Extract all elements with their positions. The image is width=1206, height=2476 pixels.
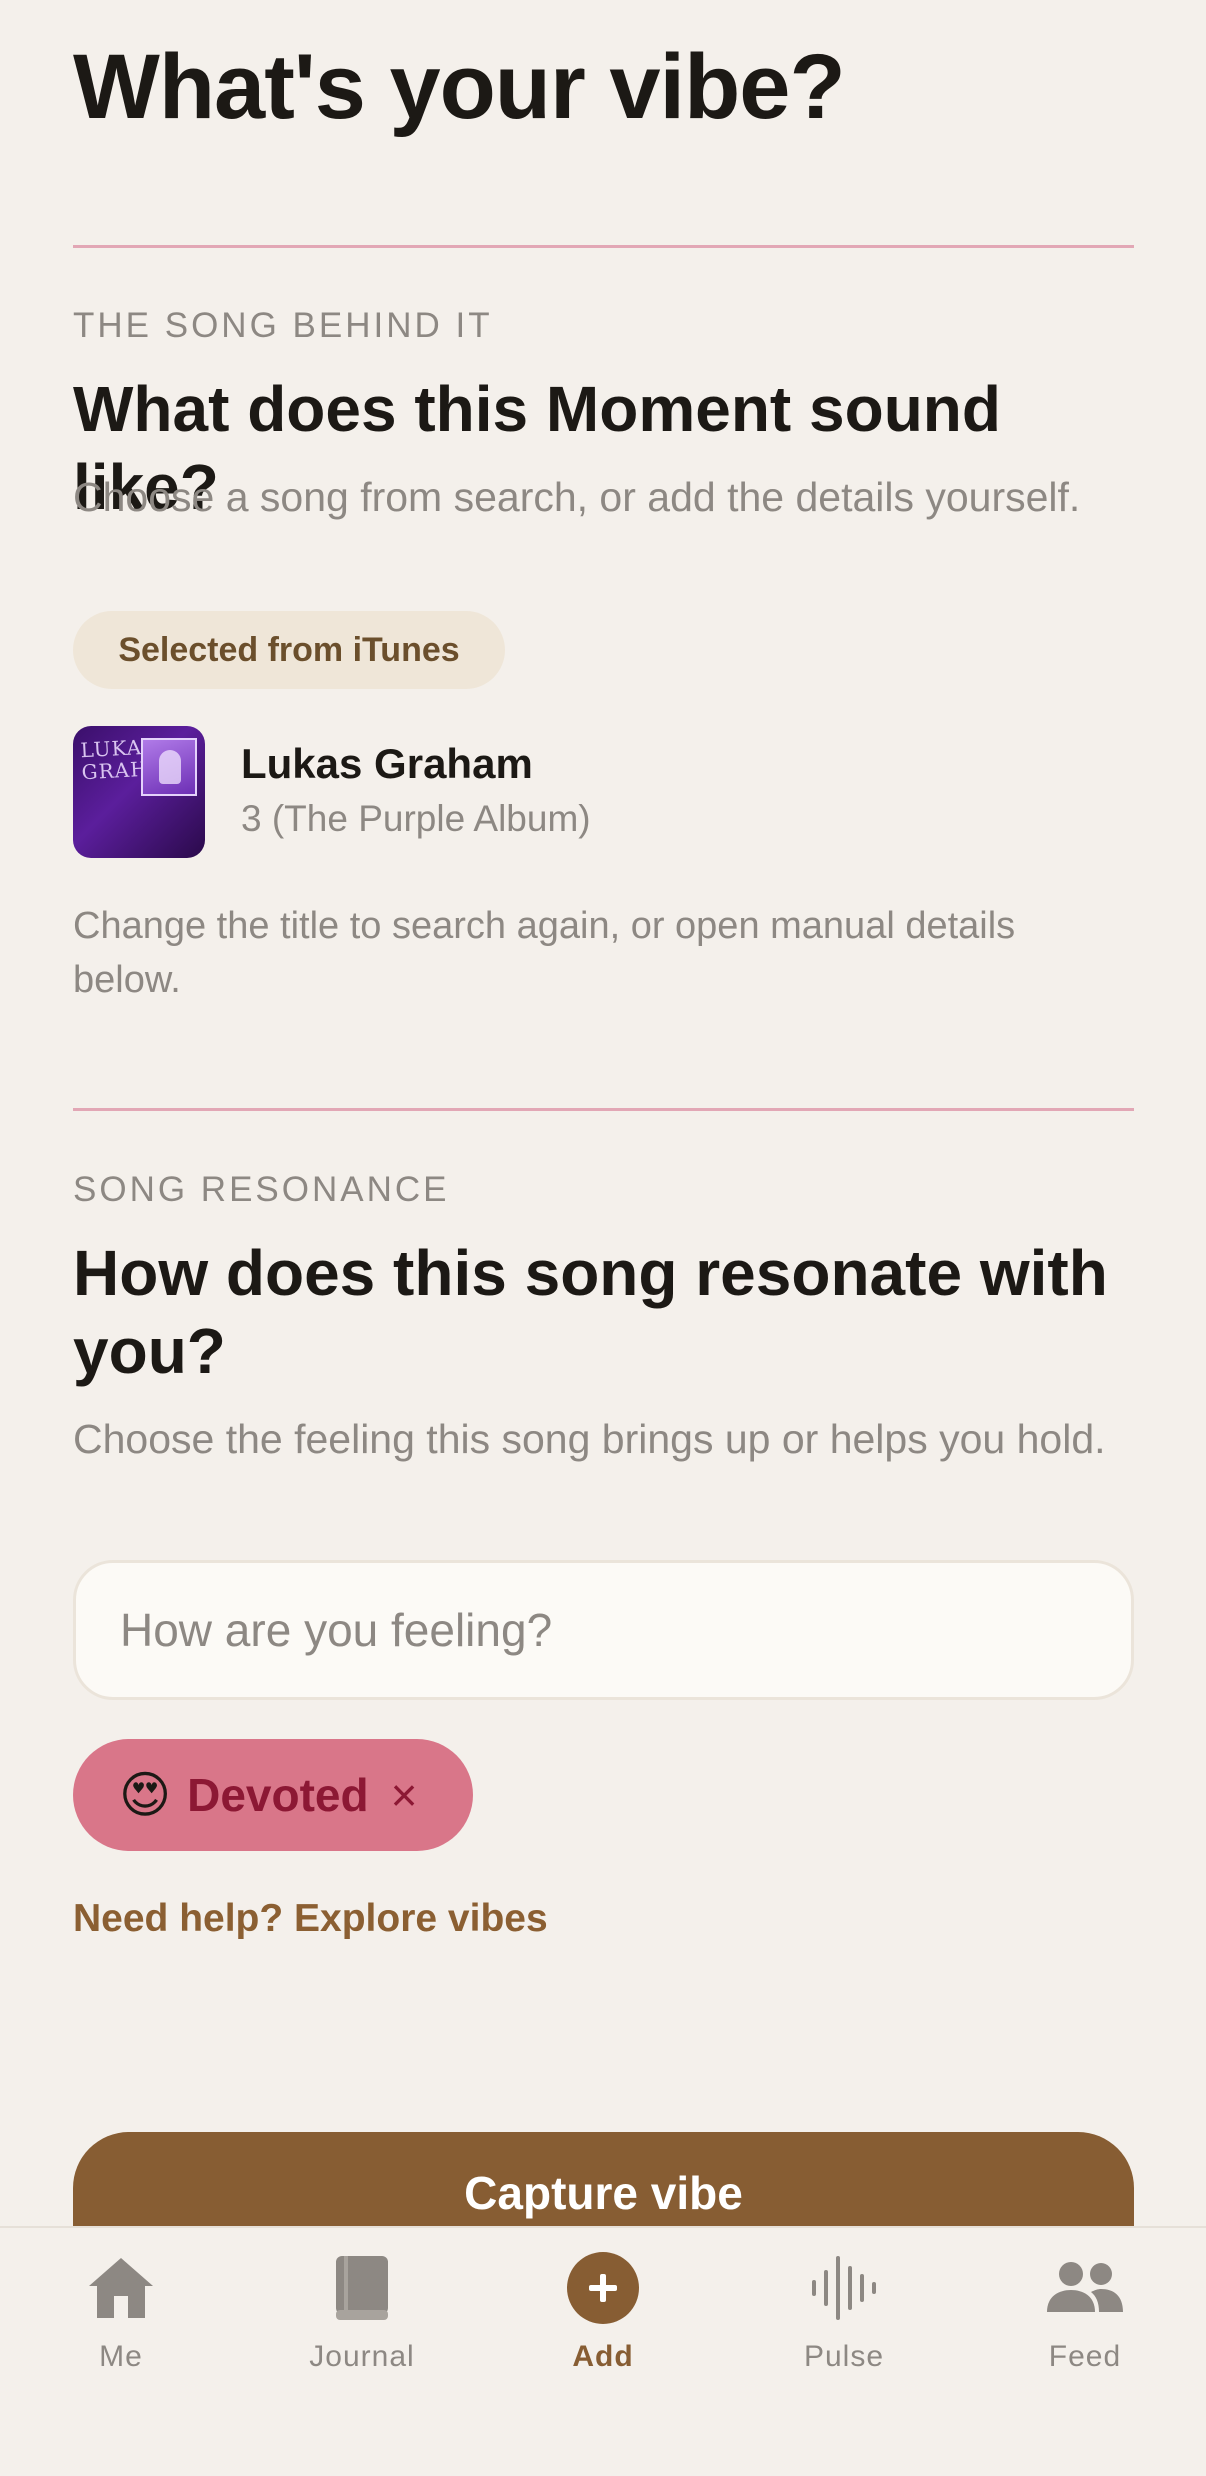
book-icon: [330, 2248, 394, 2328]
explore-vibes-link[interactable]: Need help? Explore vibes: [73, 1897, 548, 1941]
song-artist: Lukas Graham: [241, 740, 533, 787]
feeling-search-field[interactable]: [73, 1560, 1134, 1700]
tab-label: Me: [99, 2340, 143, 2373]
home-icon: [85, 2248, 157, 2328]
section-divider: [73, 1108, 1134, 1111]
plus-icon: [567, 2252, 639, 2324]
page-title: What's your vibe?: [73, 36, 846, 138]
bottom-tab-bar: Me Journal Add Pulse Feed: [0, 2226, 1206, 2476]
tab-label: Journal: [309, 2340, 415, 2373]
tab-journal[interactable]: Journal: [262, 2248, 462, 2398]
close-icon[interactable]: ×: [391, 1768, 418, 1822]
feeling-input[interactable]: [120, 1603, 1131, 1657]
section-divider: [73, 245, 1134, 248]
soundwave-icon: [808, 2248, 880, 2328]
resonance-section-eyebrow: SONG RESONANCE: [73, 1170, 450, 1209]
selected-vibe-chip[interactable]: 😍 Devoted ×: [73, 1739, 473, 1851]
resonance-section-heading: How does this song resonate with you?: [73, 1237, 1108, 1387]
vibe-screen: What's your vibe? THE SONG BEHIND IT Wha…: [0, 0, 1206, 2476]
tab-label: Pulse: [803, 2340, 885, 2373]
tab-pulse[interactable]: Pulse: [744, 2248, 944, 2398]
tab-add[interactable]: Add: [503, 2248, 703, 2398]
song-album: 3 (The Purple Album): [241, 798, 591, 839]
song-section-description: Choose a song from search, or add the de…: [73, 474, 1081, 520]
heart-eyes-emoji-icon: 😍: [119, 1767, 172, 1823]
song-search-hint: Change the title to search again, or ope…: [73, 905, 1016, 1001]
tab-label: Add: [572, 2340, 634, 2373]
tab-me[interactable]: Me: [21, 2248, 221, 2398]
itunes-source-pill: Selected from iTunes: [73, 611, 505, 689]
vibe-chip-label: Devoted: [187, 1769, 369, 1821]
tab-label: Feed: [1048, 2340, 1122, 2373]
people-icon: [1045, 2248, 1125, 2328]
album-art: LUKAS GRAHAM: [73, 726, 205, 858]
song-section-eyebrow: THE SONG BEHIND IT: [73, 306, 493, 345]
resonance-section-description: Choose the feeling this song brings up o…: [73, 1416, 1106, 1462]
tab-feed[interactable]: Feed: [985, 2248, 1185, 2398]
